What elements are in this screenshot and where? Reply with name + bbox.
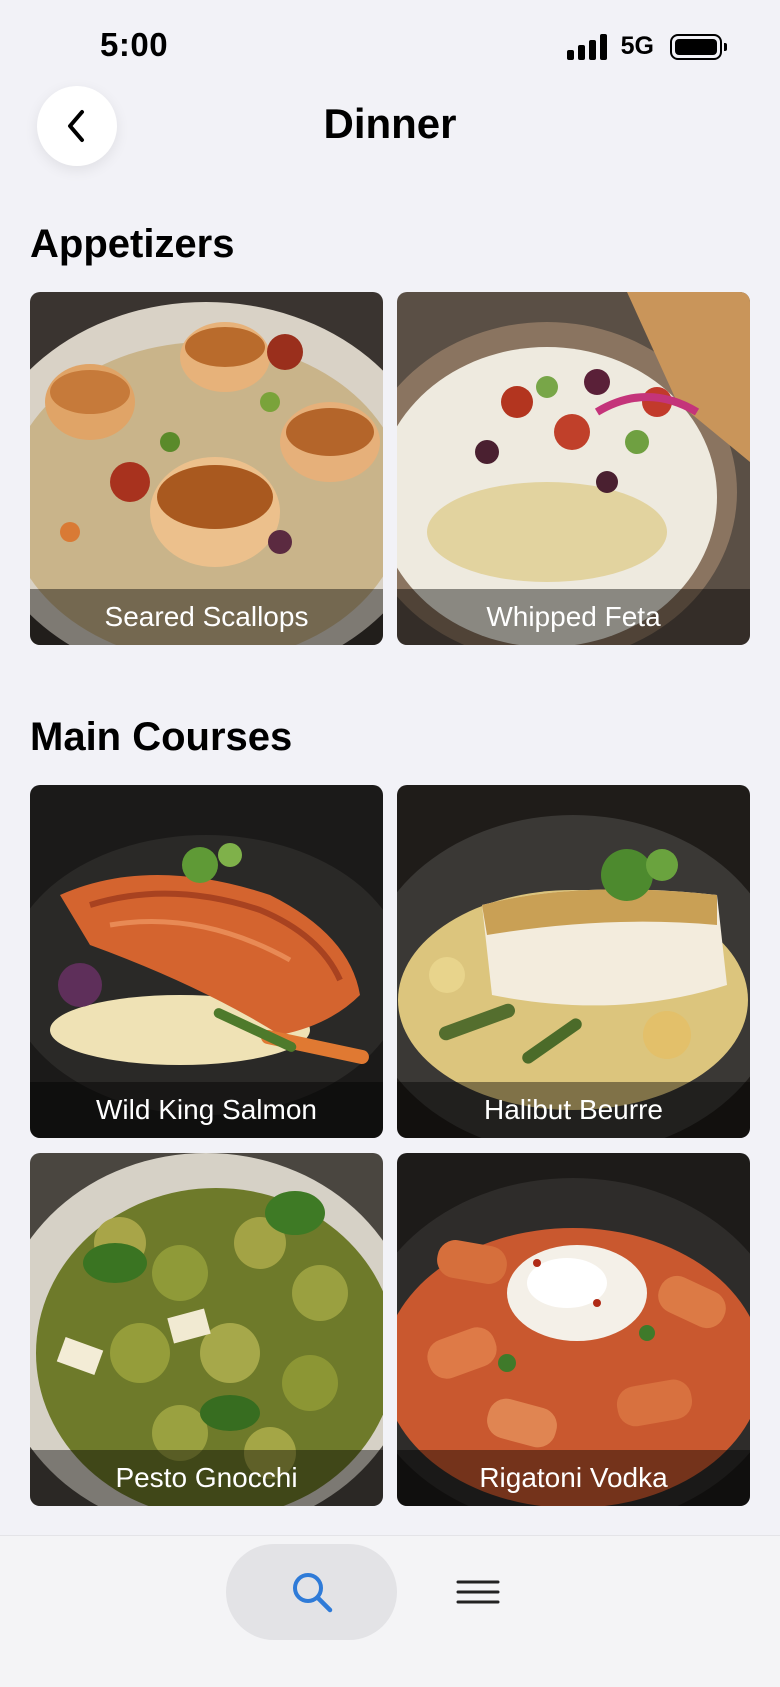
dish-label: Halibut Beurre [397,1082,750,1138]
dish-label: Rigatoni Vodka [397,1450,750,1506]
status-bar: 5:00 5G [0,0,780,96]
section-title-main-courses: Main Courses [30,715,293,759]
dish-card-wild-king-salmon[interactable]: Wild King Salmon [30,785,383,1138]
dish-card-whipped-feta[interactable]: Whipped Feta [397,292,750,645]
dish-card-halibut-beurre[interactable]: Halibut Beurre [397,785,750,1138]
cellular-signal-icon [566,33,607,60]
network-type: 5G [620,32,654,60]
page-title: Dinner [323,100,457,147]
status-indicators: 5G [566,32,727,61]
dish-card-seared-scallops[interactable]: Seared Scallops [30,292,383,645]
tab-bar [0,1535,780,1687]
tab-menu[interactable] [430,1544,526,1640]
tab-search[interactable] [226,1544,397,1640]
status-time: 5:00 [100,26,169,63]
dish-label: Whipped Feta [397,589,750,645]
section-title-appetizers: Appetizers [30,222,235,266]
dish-label: Wild King Salmon [30,1082,383,1138]
dish-card-pesto-gnocchi[interactable]: Pesto Gnocchi [30,1153,383,1506]
dish-card-rigatoni-vodka[interactable]: Rigatoni Vodka [397,1153,750,1506]
dish-label: Seared Scallops [30,589,383,645]
search-icon [292,1573,332,1613]
battery-icon [670,33,727,60]
dish-label: Pesto Gnocchi [30,1450,383,1506]
menu-icon [456,1580,500,1604]
